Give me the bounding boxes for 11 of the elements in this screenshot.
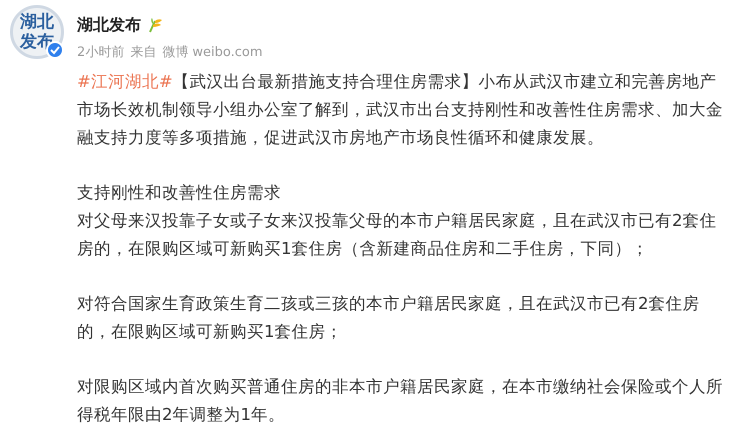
avatar-logo-text: 湖北: [20, 12, 54, 32]
post-paragraph: 对限购区域内首次购买普通住房的非本市户籍居民家庭，在本市缴纳社会保险或个人所得税年限由2年调整为1年。: [77, 376, 724, 426]
hashtag-link[interactable]: #江河湖北#: [77, 72, 173, 90]
wheat-icon: [147, 17, 163, 33]
post-paragraph: 对父母来汉投靠子女或子女来汉投靠父母的本市户籍居民家庭，且在武汉市已有2套住房的，在限购区域可新购买1套住房（含新建商品住房和二手住房，下同）；: [77, 210, 718, 260]
post-paragraph: #江河湖北#【武汉出台最新措施支持合理住房需求】小布从武汉市建立和完善房地产市场长效机制领导小组办公室了解到，武汉市出台支持刚性和改善性住房需求、加大金融支持力度等多项措施，促进武汉市房地产市场良性循环和健康发展。: [77, 70, 724, 148]
post-time: 2小时前: [77, 44, 124, 62]
source-label: 来自: [130, 44, 156, 62]
post-paragraph: 对符合国家生育政策生育二孩或三孩的本市户籍居民家庭，且在武汉市已有2套住房的，在限购区域可新购买1套住房；: [77, 292, 700, 342]
post-paragraph: 支持刚性和改善性住房需求: [77, 182, 282, 204]
author-name[interactable]: 湖北发布: [77, 13, 141, 37]
